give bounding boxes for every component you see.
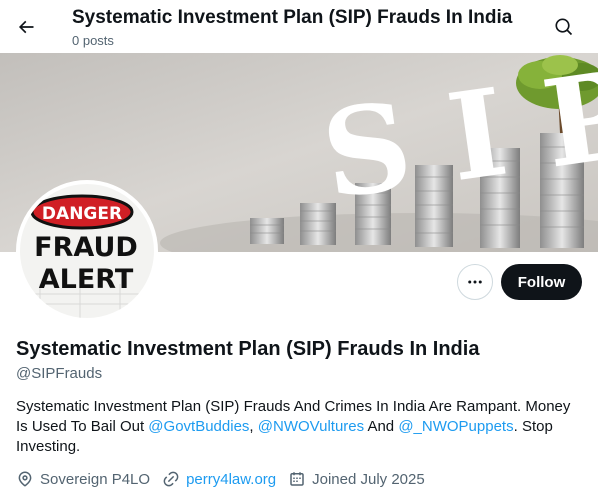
avatar-danger-text: DANGER: [42, 204, 122, 224]
search-button[interactable]: [548, 11, 580, 43]
mention-link[interactable]: @NWOVultures: [258, 418, 364, 435]
fraud-alert-logo: DANGER FRAUD ALERT: [20, 184, 154, 318]
mention-link[interactable]: @_NWOPuppets: [398, 418, 513, 435]
bio-separator: ,: [249, 418, 258, 435]
bio-separator: And: [364, 418, 399, 435]
profile-name: Systematic Investment Plan (SIP) Frauds …: [16, 338, 480, 360]
link-icon: [163, 471, 179, 487]
profile-meta: Sovereign P4LO perry4law.org Joined July…: [16, 468, 437, 490]
location-pin-icon: [18, 471, 32, 487]
calendar-icon: [290, 472, 304, 486]
website-item[interactable]: perry4law.org: [162, 470, 276, 488]
mention-link[interactable]: @GovtBuddies: [148, 418, 249, 435]
profile-header-bar: Systematic Investment Plan (SIP) Frauds …: [0, 0, 598, 53]
avatar-alert-text: ALERT: [39, 264, 134, 295]
post-count: 0 posts: [72, 33, 114, 48]
location-text: Sovereign P4LO: [40, 470, 151, 488]
profile-avatar[interactable]: DANGER FRAUD ALERT: [16, 180, 158, 322]
joined-text: Joined July 2025: [312, 470, 425, 488]
avatar-fraud-text: FRAUD: [34, 232, 138, 263]
profile-handle: @SIPFrauds: [16, 365, 103, 382]
header-title: Systematic Investment Plan (SIP) Frauds …: [72, 7, 513, 28]
joined-item: Joined July 2025: [288, 470, 425, 488]
search-icon: [555, 18, 573, 36]
arrow-left-icon: [18, 20, 34, 34]
more-dots-icon: [468, 280, 482, 284]
website-link[interactable]: perry4law.org: [186, 471, 276, 488]
follow-button[interactable]: Follow: [501, 264, 582, 300]
back-button[interactable]: [10, 11, 42, 43]
more-options-button[interactable]: [457, 264, 493, 300]
profile-bio: Systematic Investment Plan (SIP) Frauds …: [16, 397, 582, 457]
location-item: Sovereign P4LO: [16, 470, 150, 488]
